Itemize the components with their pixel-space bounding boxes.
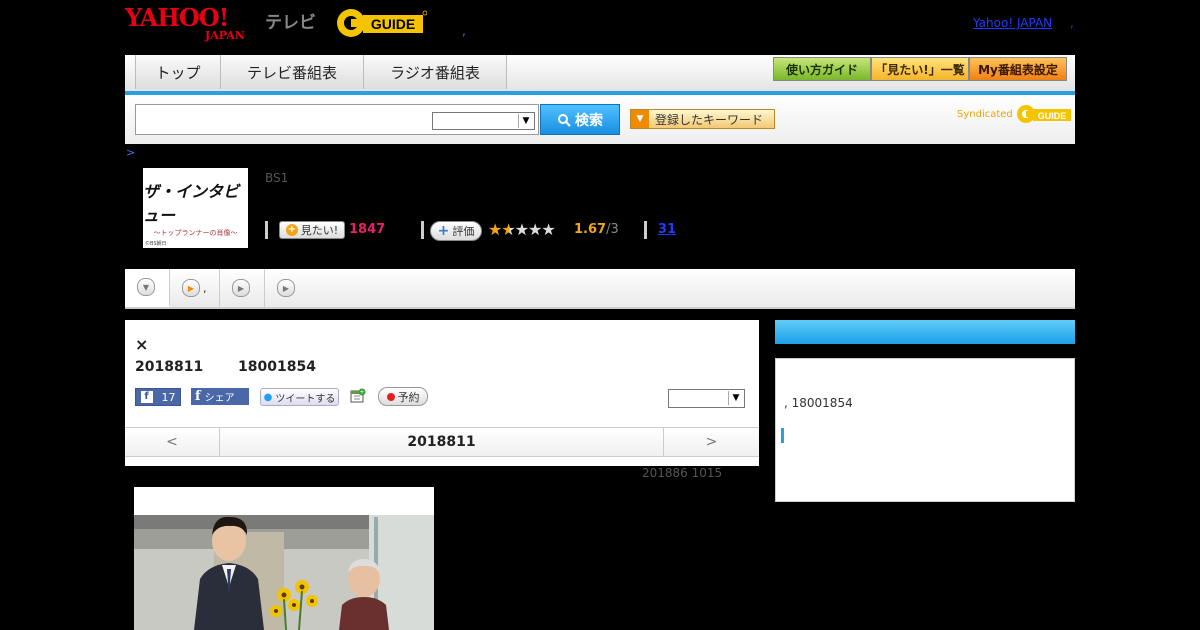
record-dot-icon [386, 392, 395, 401]
program-logo-subtitle: 〜トップランナーの肖像〜 [153, 229, 238, 237]
want-to-watch-list-button[interactable]: 「見たい!」一覧 [871, 57, 969, 81]
side-panel-text: , 18001854 [784, 396, 853, 410]
star-full-icon: ★ [488, 220, 502, 239]
search-icon [558, 113, 571, 127]
tab-dot: , [203, 281, 207, 295]
rating-number: 1.67 [574, 222, 607, 237]
svg-text:+: + [359, 389, 364, 396]
program-time: 18001854 [238, 359, 316, 375]
current-date: 2018811 [407, 434, 476, 450]
svg-text:GUIDE: GUIDE [1038, 111, 1067, 121]
tab-top[interactable]: トップ [135, 55, 221, 89]
rating-stars: ★★★★★ [488, 220, 556, 239]
twitter-bird-icon: ● [263, 391, 273, 403]
syndicated-label: Syndicated [957, 108, 1013, 120]
yahoo-japan-link[interactable]: Yahoo! JAPAN [973, 16, 1052, 30]
tab-radio-schedule[interactable]: ラジオ番組表 [363, 55, 507, 89]
syndicated-gguide-logo: Syndicated GUIDE [957, 103, 1072, 125]
divider [265, 221, 268, 239]
calendar-add-icon[interactable]: + [350, 388, 366, 404]
program-logo: ザ・インタビュー 〜トップランナーの肖像〜 ©BS朝日 [143, 168, 248, 248]
tab-play-2[interactable]: ▶ [220, 269, 265, 307]
gguide-small-logo: GUIDE [1016, 105, 1071, 123]
rating-max: /3 [606, 222, 619, 237]
facebook-icon: f [140, 391, 153, 403]
program-photo [134, 487, 434, 630]
facebook-like-count: 17 [161, 390, 176, 404]
tab-info[interactable]: ▼ [125, 269, 170, 307]
search-button[interactable]: 検索 [540, 104, 620, 135]
plus-icon: + [285, 224, 298, 236]
facebook-like-button[interactable]: f 17 [135, 388, 181, 406]
search-category-select[interactable]: ▼ [432, 112, 535, 130]
star-empty-icon: ★ [514, 220, 529, 239]
previous-date-button[interactable]: < [125, 428, 220, 456]
yahoo-logo-text: YAHOO! [125, 3, 229, 32]
dropdown-arrow-icon: ▼ [631, 110, 649, 128]
tv-label: テレビ [265, 13, 316, 33]
divider [421, 221, 424, 239]
program-logo-title: ザ・インタビュー [143, 182, 240, 225]
yahoo-link-dot: , [1070, 16, 1074, 30]
facebook-share-label: シェア [204, 393, 235, 404]
rating-value: 1.67/3 [574, 222, 619, 237]
tweet-button[interactable]: ● ツイートする [260, 388, 339, 406]
program-date: 2018811 [135, 359, 204, 375]
play-icon: ▶ [277, 279, 295, 297]
channel-name: BS1 [265, 171, 289, 185]
tweet-label: ツイートする [275, 393, 336, 405]
side-panel-body [775, 358, 1075, 502]
nav-tabs: トップ テレビ番組表 ラジオ番組表 [135, 55, 507, 90]
rate-button[interactable]: + 評価 [430, 221, 482, 241]
utility-buttons: 使い方ガイド 「見たい!」一覧 My番組表設定 [773, 57, 1067, 81]
want-to-watch-label: 見たい! [300, 224, 339, 237]
search-button-label: 検索 [575, 112, 603, 129]
chevron-down-icon: ▼ [728, 391, 743, 405]
chevron-down-icon: ▼ [518, 114, 533, 128]
facebook-icon: f [195, 389, 201, 404]
yahoo-logo-sub: JAPAN [205, 29, 245, 42]
tab-play-1[interactable]: ▶ , [170, 269, 220, 307]
want-to-watch-count: 1847 [349, 222, 386, 237]
comment-count-link[interactable]: 31 [658, 222, 676, 237]
svg-text:GUIDE: GUIDE [371, 16, 415, 32]
registered-keyword-label: 登録したキーワード [655, 112, 764, 127]
usage-guide-button[interactable]: 使い方ガイド [773, 57, 871, 81]
divider [644, 221, 647, 239]
side-panel-header [775, 320, 1075, 344]
yahoo-japan-logo[interactable]: YAHOO! JAPAN [125, 3, 245, 42]
star-partial-icon: ★ [501, 220, 515, 239]
play-icon: ▶ [232, 279, 250, 297]
program-logo-copyright: ©BS朝日 [145, 241, 167, 247]
breadcrumb[interactable]: > [126, 146, 135, 159]
registered-keyword-button[interactable]: ▼ 登録したキーワード [630, 109, 775, 129]
header-dot: , [462, 24, 466, 38]
gguide-logo[interactable]: GUIDE [335, 7, 427, 39]
reserve-label: 予約 [397, 390, 420, 404]
rate-label: 評価 [452, 225, 475, 238]
star-empty-icon: ★ [528, 220, 542, 239]
plus-icon: + [437, 223, 450, 239]
updated-timestamp: 201886 1015 [642, 466, 723, 480]
want-to-watch-button[interactable]: + 見たい! [279, 221, 345, 239]
next-date-button[interactable]: > [663, 428, 759, 456]
chevron-down-icon: ▼ [137, 278, 155, 296]
tab-tv-schedule[interactable]: テレビ番組表 [220, 55, 364, 89]
facebook-share-button[interactable]: f シェア [191, 388, 249, 405]
my-schedule-settings-button[interactable]: My番組表設定 [969, 57, 1067, 81]
tab-play-3[interactable]: ▶ [265, 269, 310, 307]
reserve-button[interactable]: 予約 [378, 387, 428, 406]
action-select[interactable]: ▼ [668, 389, 745, 408]
program-title: × [135, 335, 149, 354]
star-empty-icon: ★ [541, 220, 555, 239]
side-panel-accent [781, 428, 784, 443]
play-icon: ▶ [182, 279, 200, 297]
